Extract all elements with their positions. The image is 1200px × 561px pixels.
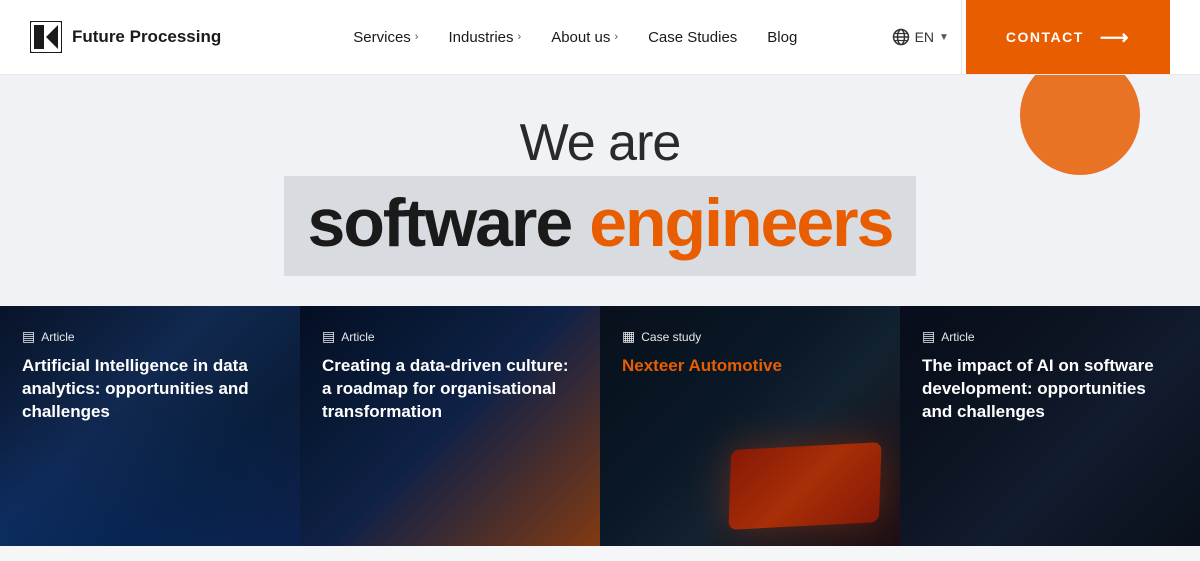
- card-3-type: Case study: [641, 330, 701, 344]
- card-3-badge: ▦ Case study: [622, 328, 878, 345]
- language-selector[interactable]: EN ▼: [880, 0, 962, 74]
- card-1-title: Artificial Intelligence in data analytic…: [22, 355, 278, 424]
- card-2[interactable]: ▤ Article Creating a data-driven culture…: [300, 306, 600, 546]
- card-3[interactable]: ▦ Case study Nexteer Automotive: [600, 306, 900, 546]
- card-4-badge: ▤ Article: [922, 328, 1178, 345]
- card-2-content: ▤ Article Creating a data-driven culture…: [300, 306, 600, 546]
- card-1-badge: ▤ Article: [22, 328, 278, 345]
- about-chevron-icon: ›: [614, 31, 618, 43]
- header-right: EN ▼ CONTACT ⟶: [880, 0, 1170, 74]
- logo-icon: [30, 21, 62, 53]
- lang-chevron-icon: ▼: [939, 32, 949, 43]
- card-2-title: Creating a data-driven culture: a roadma…: [322, 355, 578, 424]
- lang-label: EN: [915, 29, 934, 45]
- hero-title-background: software engineers: [284, 176, 917, 276]
- card-3-title: Nexteer Automotive: [622, 355, 878, 378]
- card-4[interactable]: ▤ Article The impact of AI on software d…: [900, 306, 1200, 546]
- card-1-content: ▤ Article Artificial Intelligence in dat…: [0, 306, 300, 546]
- hero-title-row: software engineers: [0, 176, 1200, 276]
- nav-industries[interactable]: Industries ›: [436, 21, 533, 54]
- hero-title-bold: software: [308, 184, 572, 262]
- globe-icon: [892, 28, 910, 46]
- services-chevron-icon: ›: [415, 31, 419, 43]
- article-icon-2: ▤: [322, 328, 335, 345]
- contact-button[interactable]: CONTACT ⟶: [966, 0, 1170, 74]
- header: Future Processing Services › Industries …: [0, 0, 1200, 75]
- hero-section: We are software engineers: [0, 75, 1200, 306]
- logo-text: Future Processing: [72, 27, 221, 47]
- card-2-type: Article: [341, 330, 374, 344]
- card-4-title: The impact of AI on software development…: [922, 355, 1178, 424]
- industries-chevron-icon: ›: [518, 31, 522, 43]
- contact-label: CONTACT: [1006, 29, 1084, 45]
- case-study-icon: ▦: [622, 328, 635, 345]
- cards-section: ▤ Article Artificial Intelligence in dat…: [0, 306, 1200, 546]
- card-4-content: ▤ Article The impact of AI on software d…: [900, 306, 1200, 546]
- card-4-type: Article: [941, 330, 974, 344]
- nav-blog[interactable]: Blog: [755, 21, 809, 54]
- hero-title-orange: engineers: [589, 184, 892, 262]
- nav-case-studies[interactable]: Case Studies: [636, 21, 749, 54]
- card-3-content: ▦ Case study Nexteer Automotive: [600, 306, 900, 546]
- article-icon-3: ▤: [922, 328, 935, 345]
- card-1[interactable]: ▤ Article Artificial Intelligence in dat…: [0, 306, 300, 546]
- logo[interactable]: Future Processing: [30, 21, 221, 53]
- nav-about[interactable]: About us ›: [539, 21, 630, 54]
- main-nav: Services › Industries › About us › Case …: [341, 21, 809, 54]
- article-icon: ▤: [22, 328, 35, 345]
- card-1-type: Article: [41, 330, 74, 344]
- contact-arrow-icon: ⟶: [1100, 25, 1130, 50]
- nav-services[interactable]: Services ›: [341, 21, 430, 54]
- card-2-badge: ▤ Article: [322, 328, 578, 345]
